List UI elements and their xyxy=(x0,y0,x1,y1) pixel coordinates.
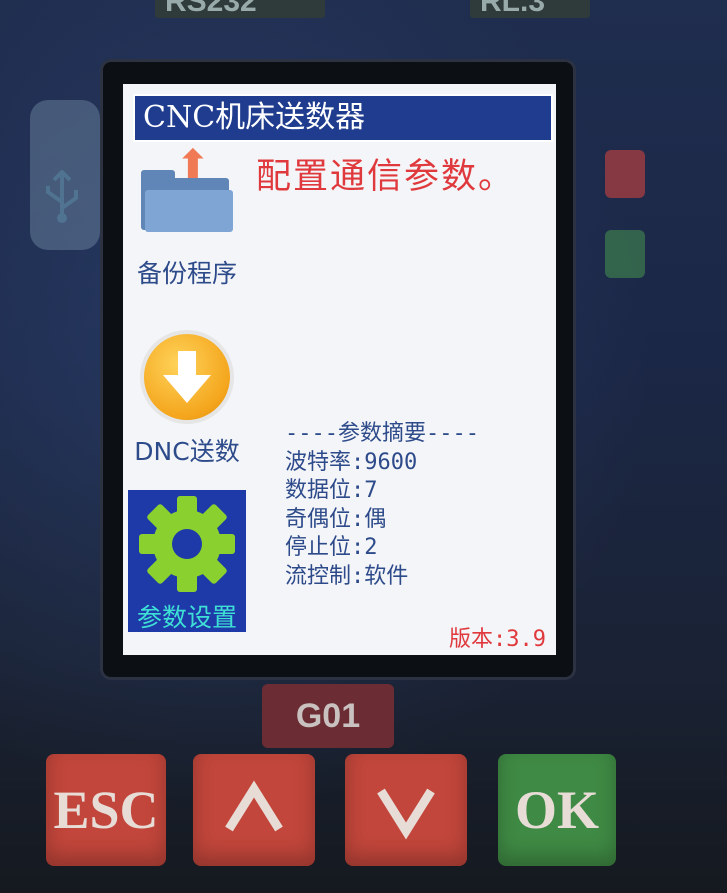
lcd-screen: CNC机床送数器 配置通信参数。 ⬆ 备份程序 DNC送数 参数设置 ----参… xyxy=(123,84,556,655)
down-arrow-icon xyxy=(377,788,435,840)
version-label: 版本:3.9 xyxy=(449,627,546,652)
summary-heading: ----参数摘要---- xyxy=(285,421,479,446)
parameter-summary: ----参数摘要---- 波特率:9600 数据位:7 奇偶位:偶 停止位:2 … xyxy=(285,420,479,591)
device-body: RS232 RL.3 CNC机床送数器 配置通信参数。 ⬆ 备份程序 DNC送数… xyxy=(0,0,727,893)
status-message: 配置通信参数。 xyxy=(256,157,516,197)
top-right-label: RL.3 xyxy=(470,0,590,18)
side-indicator-red xyxy=(605,150,645,198)
menu-item-settings[interactable]: 参数设置 xyxy=(128,490,246,632)
side-indicator-green xyxy=(605,230,645,278)
param-stop-bits: 停止位:2 xyxy=(285,535,378,560)
menu-item-dnc[interactable]: DNC送数 xyxy=(128,330,246,468)
up-arrow-icon xyxy=(225,780,283,832)
app-title-bar: CNC机床送数器 xyxy=(133,94,553,142)
param-data-bits: 数据位:7 xyxy=(285,478,378,503)
ok-label: OK xyxy=(514,780,599,840)
rs232-label: RS232 xyxy=(155,0,325,18)
up-button[interactable] xyxy=(193,754,315,866)
down-button[interactable] xyxy=(345,754,467,866)
menu-label-dnc: DNC送数 xyxy=(134,437,240,466)
ok-button[interactable]: OK xyxy=(498,754,616,866)
g01-key[interactable]: G01 xyxy=(262,684,394,748)
param-parity: 奇偶位:偶 xyxy=(285,506,387,532)
param-baud-rate: 波特率:9600 xyxy=(285,449,418,475)
param-flow-control: 流控制:软件 xyxy=(285,563,409,589)
gear-icon xyxy=(128,490,246,598)
esc-button[interactable]: ESC xyxy=(46,754,166,866)
esc-label: ESC xyxy=(53,780,159,840)
download-arrow-icon xyxy=(140,330,234,424)
menu-label-backup: 备份程序 xyxy=(136,259,237,288)
menu-label-settings: 参数设置 xyxy=(136,603,237,632)
menu-item-backup[interactable]: ⬆ 备份程序 xyxy=(128,142,246,290)
folder-upload-icon: ⬆ xyxy=(141,142,233,234)
usb-icon xyxy=(40,169,84,235)
